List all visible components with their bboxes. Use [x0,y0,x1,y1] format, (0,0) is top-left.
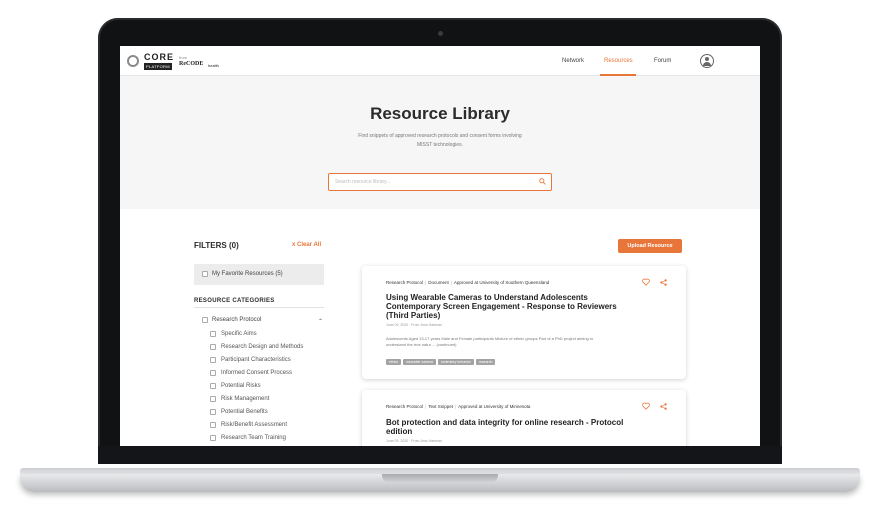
card-title[interactable]: Using Wearable Cameras to Understand Ado… [386,293,626,320]
heart-icon[interactable] [642,402,650,410]
subcategory-item[interactable]: Specific Aims [221,331,257,337]
subcategory-checkbox[interactable] [210,435,216,441]
subcategory-item[interactable]: Research Team Training [221,435,286,441]
card-format: Document [428,280,449,285]
category-checkbox[interactable] [202,317,208,323]
subcategory-checkbox[interactable] [210,383,216,389]
card-meta: Research Protocol | Text Snippet | Approved … [386,404,531,409]
tag[interactable]: research [475,359,496,365]
subcategory-checkbox[interactable] [210,370,216,376]
search-placeholder: Search resource library... [335,179,391,185]
card-date: June 09, 2020 · From Jess Hartman [386,323,443,327]
subcategory-checkbox[interactable] [210,331,216,337]
search-input[interactable]: Search resource library... [328,173,552,191]
logo-recode: ReCODE [179,61,204,67]
subcategory-item[interactable]: Potential Benefits [221,409,268,415]
screen: CORE PLATFORM from ReCODE health Network… [120,46,760,446]
filters-title: FILTERS (0) [194,241,239,250]
tag[interactable]: wearable camera [403,359,437,365]
tag[interactable]: ethics [386,359,402,365]
categories-title: RESOURCE CATEGORIES [194,298,275,304]
nav-resources[interactable]: Resources [604,58,633,64]
logo-platform: PLATFORM [144,63,172,70]
laptop-bezel [98,446,782,464]
laptop-notch [382,474,498,483]
user-icon[interactable] [700,54,714,68]
card-tags: ethics wearable camera sedentary behavio… [386,359,496,365]
subcategory-checkbox[interactable] [210,409,216,415]
camera-icon [438,31,443,36]
card-format: Text Snippet [428,404,453,409]
card-description: Adolescents Aged 13-17 years Male and Fe… [386,336,594,347]
card-approval: Approved at University of Southern Queen… [453,280,550,285]
logo-health: health [208,63,219,68]
nav-network[interactable]: Network [562,58,584,64]
share-icon[interactable] [660,279,667,286]
share-icon[interactable] [660,403,667,410]
card-meta: Research Protocol | Document | Approved at U… [386,280,550,285]
clear-all-button[interactable]: x Clear All [292,242,321,248]
tag[interactable]: sedentary behavior [438,359,474,365]
card-approval: Approved at University of Minnesota [458,404,531,409]
page-title: Resource Library [370,104,510,123]
subcategory-checkbox[interactable] [210,396,216,402]
subcategory-item[interactable]: Risk/Benefit Assessment [221,422,287,428]
subcategory-checkbox[interactable] [210,357,216,363]
favorites-filter[interactable]: My Favorite Resources (5) [194,264,324,285]
subcategory-item[interactable]: Research Design and Methods [221,344,303,350]
search-icon[interactable] [539,178,546,185]
subcategory-item[interactable]: Potential Risks [221,383,261,389]
navbar: CORE PLATFORM from ReCODE health Network… [120,46,760,76]
hero: Resource Library Find snippets of approv… [120,76,760,209]
chevron-up-icon[interactable]: ⌃ [318,318,323,325]
upload-resource-button[interactable]: Upload Resource [618,239,682,253]
card-type: Research Protocol [386,280,424,285]
logo-from: from [179,55,187,60]
heart-icon[interactable] [642,278,650,286]
divider [194,307,324,308]
logo-ring-icon [127,55,139,67]
page-subtitle: Find snippets of approved research proto… [358,133,522,148]
favorites-checkbox[interactable] [202,271,208,277]
resource-card[interactable]: Research Protocol | Text Snippet | Approved … [362,390,686,446]
card-title[interactable]: Bot protection and data integrity for on… [386,418,626,436]
nav-forum[interactable]: Forum [654,58,671,64]
subcategory-checkbox[interactable] [210,422,216,428]
subcategory-item[interactable]: Participant Characteristics [221,357,291,363]
card-type: Research Protocol [386,404,424,409]
subcategory-checkbox[interactable] [210,344,216,350]
category-research-protocol[interactable]: Research Protocol [212,317,261,323]
favorites-label: My Favorite Resources (5) [212,271,283,277]
logo-core[interactable]: CORE [144,52,174,62]
card-date: June 09, 2020 · From Jess Hartman [386,439,443,443]
subcategory-item[interactable]: Informed Consent Process [221,370,292,376]
resource-card[interactable]: Research Protocol | Document | Approved at U… [362,266,686,379]
subcategory-item[interactable]: Risk Management [221,396,269,402]
